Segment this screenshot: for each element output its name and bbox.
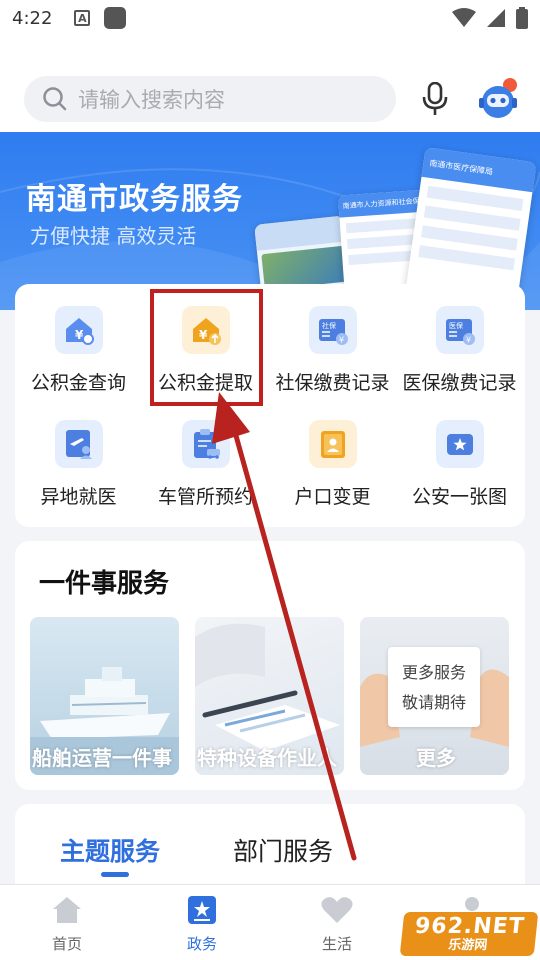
status-time: 4:22 [12, 7, 53, 29]
household-book-icon [308, 420, 357, 468]
banner-subtitle: 方便快捷 高效灵活 [30, 224, 197, 248]
event-tile-label: 更多 [416, 746, 456, 770]
battery-icon [516, 7, 528, 29]
signal-icon [487, 9, 505, 27]
highlight-annotation-box [150, 289, 263, 406]
service-label: 户口变更 [294, 486, 371, 508]
house-yen-search-icon: ¥ [54, 306, 103, 354]
one-thing-services-card: 一件事服务 船舶运营一件事 特种设备作业人 更多服务 敬请期待 更多 [15, 541, 525, 790]
more-services-card: 更多服务 敬请期待 [388, 647, 480, 727]
service-label: 公积金查询 [30, 372, 126, 394]
heart-icon [321, 897, 353, 923]
banner-title: 南通市政务服务 [26, 182, 243, 217]
notification-square-icon [104, 7, 127, 29]
tab-theme-services[interactable]: 主题服务 [60, 832, 160, 868]
status-bar: 4:22 A [0, 0, 540, 36]
microphone-icon[interactable] [420, 82, 450, 116]
service-label: 医保缴费记录 [402, 372, 517, 394]
service-police-map[interactable]: 公安一张图 [396, 420, 523, 509]
event-tile-label: 特种设备作业人 [197, 746, 337, 770]
svg-text:¥: ¥ [466, 336, 471, 345]
service-gongjijin-query[interactable]: ¥ 公积金查询 [15, 306, 142, 395]
tab-department-services[interactable]: 部门服务 [233, 832, 333, 868]
search-placeholder: 请输入搜索内容 [78, 88, 225, 112]
police-badge-icon [435, 420, 484, 468]
header-area: 请输入搜索内容 [0, 36, 540, 132]
svg-text:社保: 社保 [322, 321, 336, 330]
nav-home[interactable]: 首页 [27, 895, 107, 954]
robot-assistant-icon[interactable] [474, 76, 522, 124]
plane-person-icon [54, 420, 103, 468]
event-tile-label: 船舶运营一件事 [32, 746, 172, 770]
service-label: 车管所预约 [157, 486, 253, 508]
service-label: 异地就医 [40, 486, 117, 508]
service-vehicle-appointment[interactable]: 车管所预约 [142, 420, 269, 509]
search-input[interactable]: 请输入搜索内容 [24, 76, 396, 122]
watermark-top: 962.NET [413, 913, 527, 939]
service-social-security-record[interactable]: 社保 ¥ 社保缴费记录 [269, 306, 396, 395]
watermark-bottom: 乐游网 [447, 937, 489, 953]
more-services-text: 更多服务 [401, 663, 466, 682]
nav-life[interactable]: 生活 [297, 895, 377, 954]
service-label: 社保缴费记录 [275, 372, 390, 394]
search-icon [43, 87, 67, 111]
svg-text:医保: 医保 [449, 321, 463, 330]
active-tab-indicator [101, 872, 129, 877]
medical-insurance-card-icon: 医保 ¥ [435, 306, 484, 354]
quick-services-card: ¥ 公积金查询 ¥ 公积金提取 社保 ¥ 社保缴费记录 医保 ¥ 医保缴费记录 异地… [15, 284, 525, 527]
service-medical-insurance-record[interactable]: 医保 ¥ 医保缴费记录 [396, 306, 523, 395]
event-tile-more[interactable]: 更多服务 敬请期待 更多 [360, 617, 509, 775]
home-icon [53, 897, 81, 923]
nav-label: 首页 [51, 935, 82, 953]
service-remote-medical[interactable]: 异地就医 [15, 420, 142, 509]
car-clipboard-icon [181, 420, 230, 468]
nav-label: 生活 [321, 935, 352, 953]
service-household-change[interactable]: 户口变更 [269, 420, 396, 509]
svg-text:¥: ¥ [339, 336, 344, 345]
wifi-icon [452, 8, 476, 27]
event-tile-special-equipment[interactable]: 特种设备作业人 [195, 617, 344, 775]
nav-label: 政务 [186, 935, 217, 953]
notification-a-icon: A [74, 10, 91, 26]
event-tile-ship[interactable]: 船舶运营一件事 [30, 617, 179, 775]
section-title: 一件事服务 [39, 569, 170, 599]
stay-tuned-text: 敬请期待 [401, 693, 466, 712]
nav-government[interactable]: 政务 [162, 895, 242, 954]
government-star-icon [188, 896, 216, 924]
service-label: 公安一张图 [411, 486, 507, 508]
site-watermark-logo: 962.NET 乐游网 [399, 912, 539, 956]
social-security-card-icon: 社保 ¥ [308, 306, 357, 354]
